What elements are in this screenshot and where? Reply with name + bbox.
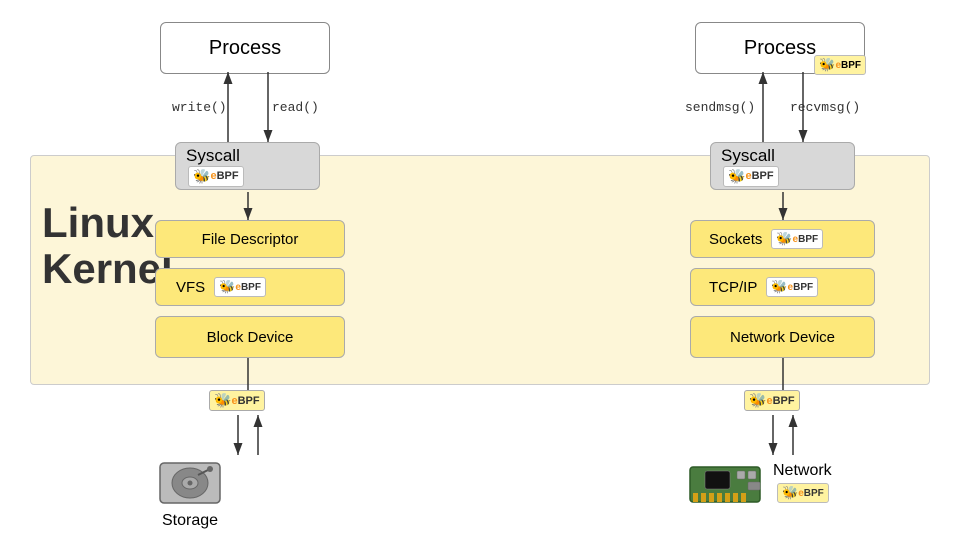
tcpip-ebpf: 🐝 eBPF bbox=[766, 277, 818, 297]
right-syscall-label: Syscall bbox=[721, 146, 775, 166]
diagram-container: Linux Kernel bbox=[0, 0, 960, 552]
left-block-ebpf-badge: 🐝 eBPF bbox=[205, 390, 265, 411]
right-process-ebpf: 🐝 eBPF bbox=[814, 55, 866, 75]
sockets-label: Sockets bbox=[709, 231, 762, 248]
right-process-box: Process 🐝 eBPF bbox=[695, 22, 865, 74]
kernel-label: Linux Kernel bbox=[42, 200, 173, 292]
tcpip-label: TCP/IP bbox=[709, 279, 757, 296]
sendmsg-label: sendmsg() bbox=[685, 100, 755, 115]
sockets-ebpf: 🐝 eBPF bbox=[771, 229, 823, 249]
right-syscall-box: Syscall 🐝 eBPF bbox=[710, 142, 855, 190]
left-syscall-label: Syscall bbox=[186, 146, 240, 166]
network-area: Network 🐝 eBPF bbox=[685, 455, 832, 510]
vfs-label: VFS bbox=[176, 279, 205, 296]
network-device-box: Network Device bbox=[690, 316, 875, 358]
network-ebpf-badge: 🐝 eBPF bbox=[777, 483, 829, 503]
storage-label: Storage bbox=[162, 512, 218, 530]
right-syscall-ebpf: 🐝 eBPF bbox=[723, 166, 779, 187]
write-label: write() bbox=[172, 100, 227, 115]
sockets-box: Sockets 🐝 eBPF bbox=[690, 220, 875, 258]
storage-icon bbox=[155, 455, 225, 510]
network-icon bbox=[685, 455, 765, 510]
left-syscall-ebpf: 🐝 eBPF bbox=[188, 166, 244, 187]
vfs-ebpf: 🐝 eBPF bbox=[214, 277, 266, 297]
network-label: Network bbox=[773, 462, 832, 480]
left-process-box: Process bbox=[160, 22, 330, 74]
network-device-label: Network Device bbox=[730, 329, 835, 346]
right-process-label: Process bbox=[744, 37, 816, 60]
file-descriptor-box: File Descriptor bbox=[155, 220, 345, 258]
block-device-box: Block Device bbox=[155, 316, 345, 358]
storage-area: Storage bbox=[155, 455, 225, 530]
file-descriptor-label: File Descriptor bbox=[202, 231, 299, 248]
block-device-label: Block Device bbox=[207, 329, 294, 346]
left-process-label: Process bbox=[209, 37, 281, 60]
left-syscall-box: Syscall 🐝 eBPF bbox=[175, 142, 320, 190]
read-label: read() bbox=[272, 100, 319, 115]
recvmsg-label: recvmsg() bbox=[790, 100, 860, 115]
right-network-ebpf-badge: 🐝 eBPF bbox=[740, 390, 800, 411]
vfs-box: VFS 🐝 eBPF bbox=[155, 268, 345, 306]
tcpip-box: TCP/IP 🐝 eBPF bbox=[690, 268, 875, 306]
